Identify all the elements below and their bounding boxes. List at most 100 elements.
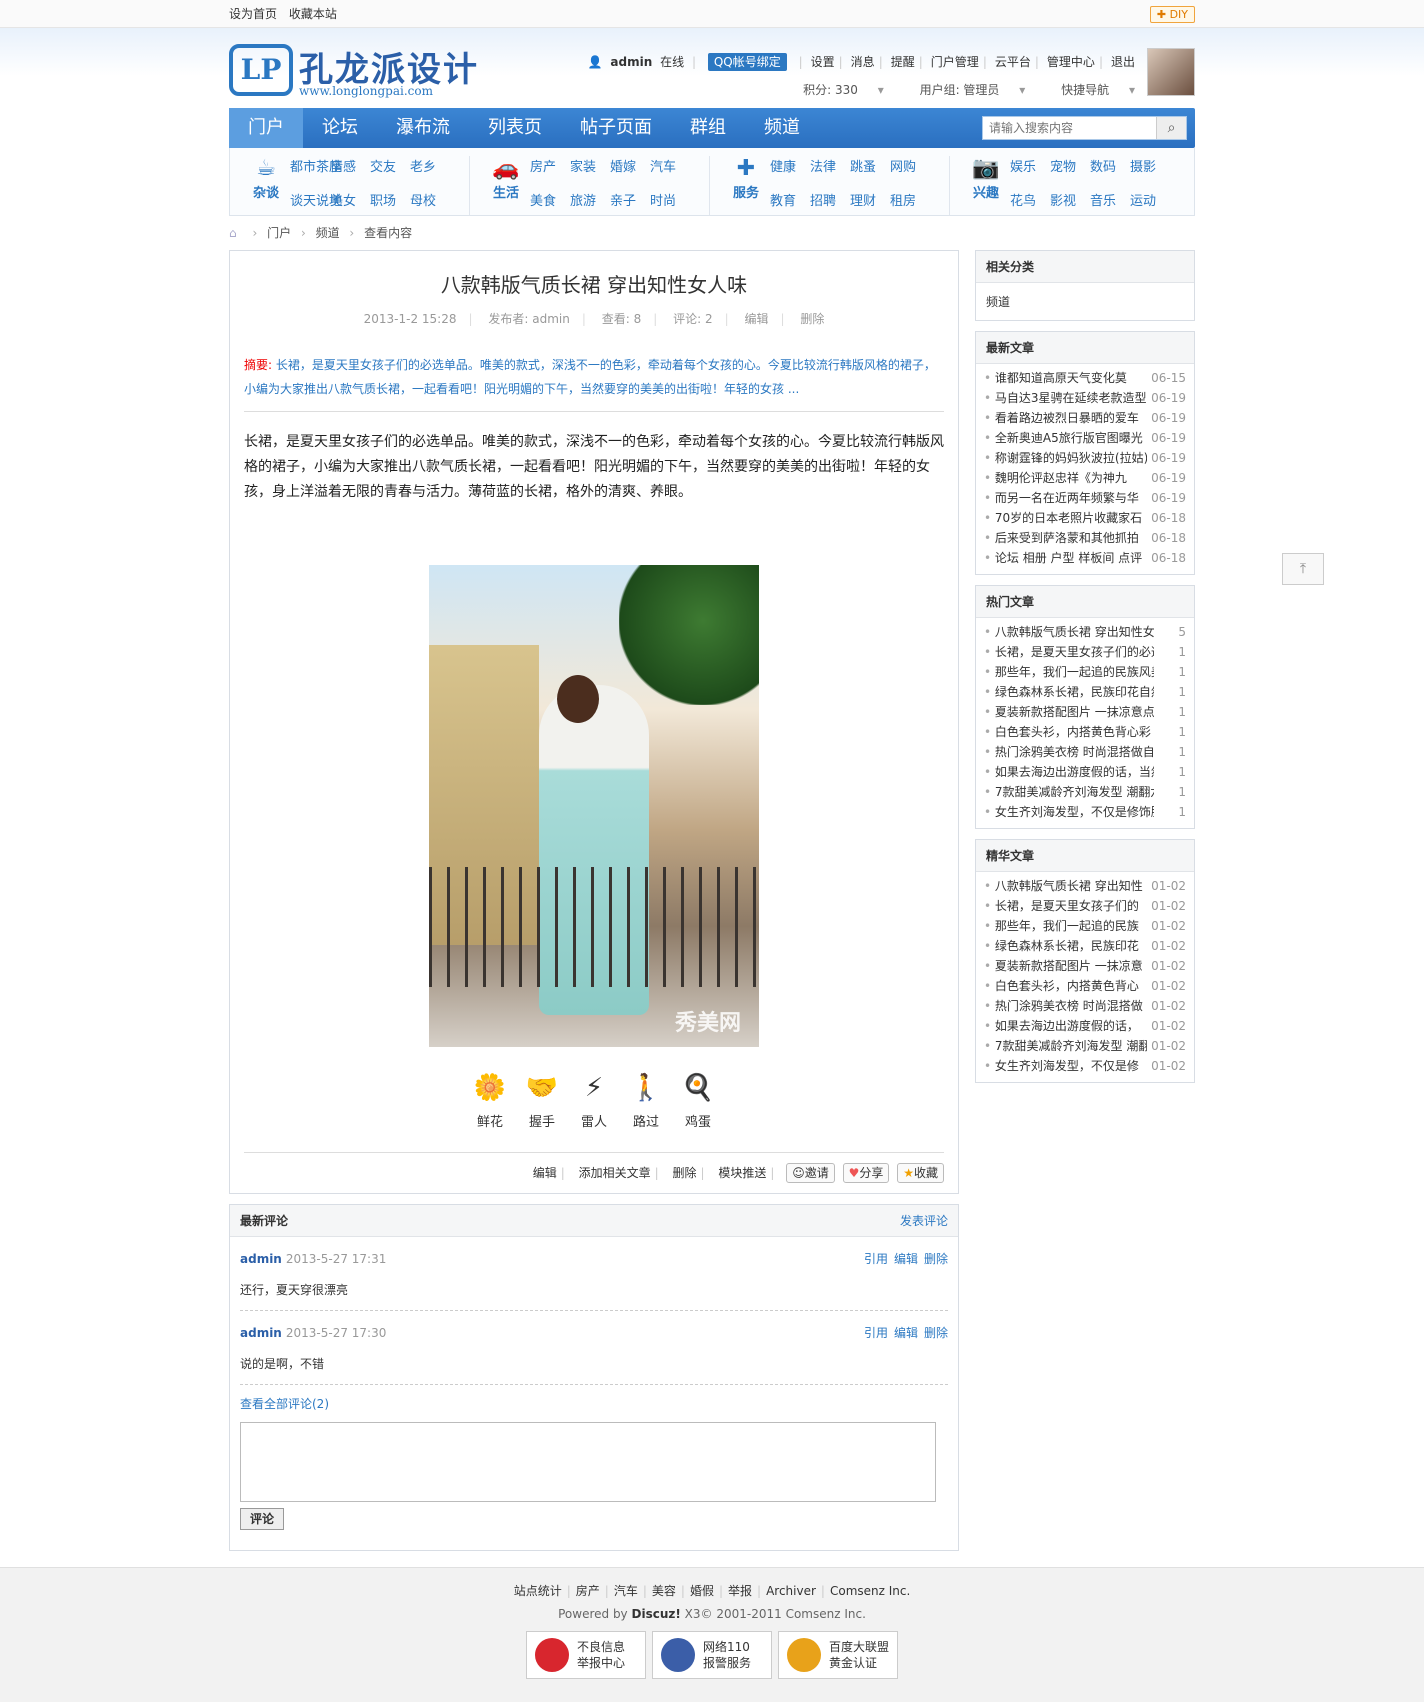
- hot-article-item[interactable]: 那些年，我们一起追的民族风美衣 1: [984, 662, 1186, 682]
- comment-user[interactable]: admin: [240, 1326, 282, 1340]
- category-link[interactable]: 健康: [770, 156, 810, 182]
- article-link[interactable]: 那些年，我们一起追的民族: [984, 916, 1139, 936]
- hot-article-item[interactable]: 白色套头衫，内搭黄色背心彩 1: [984, 722, 1186, 742]
- set-home-link[interactable]: 设为首页: [229, 7, 277, 21]
- article-link[interactable]: 女生齐刘海发型，不仅是修饰脸型: [984, 802, 1154, 822]
- delete-article-link[interactable]: 删除: [672, 1166, 696, 1180]
- user-link[interactable]: 提醒: [891, 55, 915, 69]
- best-article-item[interactable]: 八款韩版气质长裙 穿出知性 01-02: [984, 876, 1186, 896]
- category-link[interactable]: 老乡: [410, 156, 450, 182]
- breadcrumb-portal[interactable]: 门户: [267, 226, 291, 240]
- category-link[interactable]: 影视: [1050, 190, 1090, 216]
- category-link[interactable]: 宠物: [1050, 156, 1090, 182]
- article-link[interactable]: 马自达3星骋在延续老款造型: [984, 388, 1147, 408]
- category-link[interactable]: 教育: [770, 190, 810, 216]
- user-link[interactable]: 退出: [1111, 55, 1135, 69]
- category-link[interactable]: 运动: [1130, 190, 1170, 216]
- reaction-handshake[interactable]: 🤝 握手: [525, 1071, 559, 1130]
- footer-link[interactable]: 汽车: [614, 1584, 638, 1598]
- comment-op-1[interactable]: 编辑: [894, 1326, 918, 1340]
- best-article-item[interactable]: 7款甜美减龄齐刘海发型 潮翻 01-02: [984, 1036, 1186, 1056]
- category-link[interactable]: 法律: [810, 156, 850, 182]
- category-link[interactable]: 娱乐: [1010, 156, 1050, 182]
- category-link[interactable]: 招聘: [810, 190, 850, 216]
- article-link[interactable]: 那些年，我们一起追的民族风美衣: [984, 662, 1154, 682]
- invite-button[interactable]: ☺邀请: [786, 1163, 835, 1183]
- article-link[interactable]: 八款韩版气质长裙 穿出知性: [984, 876, 1143, 896]
- category-link[interactable]: 家装: [570, 156, 610, 182]
- username-link[interactable]: admin: [610, 55, 652, 69]
- comment-op-0[interactable]: 引用: [864, 1326, 888, 1340]
- category-link[interactable]: 旅游: [570, 190, 610, 216]
- edit-link[interactable]: 编辑: [744, 312, 768, 326]
- category-link[interactable]: 谈天说地: [290, 190, 342, 216]
- category-link[interactable]: 数码: [1090, 156, 1130, 182]
- hot-article-item[interactable]: 如果去海边出游度假的话，当然得 1: [984, 762, 1186, 782]
- user-link[interactable]: 云平台: [995, 55, 1031, 69]
- article-link[interactable]: 热门涂鸦美衣榜 时尚混搭做: [984, 996, 1143, 1016]
- comment-user[interactable]: admin: [240, 1252, 282, 1266]
- hot-article-item[interactable]: 绿色森林系长裙，民族印花自然秀 1: [984, 682, 1186, 702]
- article-link[interactable]: 如果去海边出游度假的话，当然得: [984, 762, 1154, 782]
- category-link[interactable]: 音乐: [1090, 190, 1130, 216]
- comment-op-1[interactable]: 编辑: [894, 1252, 918, 1266]
- footer-badge[interactable]: 不良信息 举报中心: [526, 1631, 646, 1679]
- user-link[interactable]: 设置: [811, 55, 835, 69]
- search-icon[interactable]: ⌕: [1156, 117, 1186, 139]
- category-link[interactable]: 跳蚤: [850, 156, 890, 182]
- category-heading[interactable]: 🚗 生活: [486, 156, 526, 215]
- footer-link[interactable]: 举报: [728, 1584, 752, 1598]
- latest-article-item[interactable]: 看着路边被烈日暴晒的爱车 06-19: [984, 408, 1186, 428]
- latest-article-item[interactable]: 魏明伦评赵忠祥《为神九 06-19: [984, 468, 1186, 488]
- category-link[interactable]: 母校: [410, 190, 450, 216]
- article-link[interactable]: 白色套头衫，内搭黄色背心彩: [984, 722, 1151, 742]
- footer-link[interactable]: Archiver: [766, 1584, 816, 1598]
- article-link[interactable]: 而另一名在近两年频繁与华: [984, 488, 1139, 508]
- powered-brand[interactable]: Discuz!: [632, 1607, 681, 1621]
- avatar[interactable]: [1147, 48, 1195, 96]
- latest-article-item[interactable]: 马自达3星骋在延续老款造型 06-19: [984, 388, 1186, 408]
- article-link[interactable]: 论坛 相册 户型 样板间 点评: [984, 548, 1142, 568]
- category-link[interactable]: 时尚: [650, 190, 690, 216]
- share-button[interactable]: ♥分享: [842, 1163, 890, 1183]
- latest-article-item[interactable]: 谁都知道高原天气变化莫 06-15: [984, 368, 1186, 388]
- best-article-item[interactable]: 女生齐刘海发型，不仅是修 01-02: [984, 1056, 1186, 1076]
- category-link[interactable]: 花鸟: [1010, 190, 1050, 216]
- edit-article-link[interactable]: 编辑: [533, 1166, 557, 1180]
- reaction-walker[interactable]: 🚶 路过: [629, 1071, 663, 1130]
- nav-item[interactable]: 门户: [229, 108, 303, 148]
- best-article-item[interactable]: 热门涂鸦美衣榜 时尚混搭做 01-02: [984, 996, 1186, 1016]
- article-link[interactable]: 绿色森林系长裙，民族印花: [984, 936, 1139, 956]
- comment-op-2[interactable]: 删除: [924, 1326, 948, 1340]
- category-link[interactable]: 摄影: [1130, 156, 1170, 182]
- article-link[interactable]: 夏装新款搭配图片 一抹凉意: [984, 956, 1143, 976]
- search-input[interactable]: [983, 117, 1153, 139]
- category-link[interactable]: 情感: [330, 156, 370, 182]
- best-article-item[interactable]: 白色套头衫，内搭黄色背心 01-02: [984, 976, 1186, 996]
- footer-link[interactable]: 美容: [652, 1584, 676, 1598]
- nav-item[interactable]: 频道: [745, 108, 819, 148]
- submit-comment-button[interactable]: 评论: [240, 1508, 285, 1530]
- user-link[interactable]: 管理中心: [1047, 55, 1095, 69]
- reaction-egg[interactable]: 🍳 鸡蛋: [681, 1071, 715, 1130]
- category-link[interactable]: 美女: [330, 190, 370, 216]
- comment-count[interactable]: 评论: 2: [673, 312, 713, 326]
- latest-article-item[interactable]: 70岁的日本老照片收藏家石 06-18: [984, 508, 1186, 528]
- comment-textarea[interactable]: [240, 1422, 936, 1502]
- home-icon[interactable]: ⌂: [229, 226, 237, 240]
- category-link[interactable]: 美食: [530, 190, 570, 216]
- latest-article-item[interactable]: 全新奥迪A5旅行版官图曝光 06-19: [984, 428, 1186, 448]
- diy-button[interactable]: ✚ DIY: [1149, 6, 1195, 23]
- related-category-item[interactable]: 频道: [976, 283, 1194, 320]
- hot-article-item[interactable]: 热门涂鸦美衣榜 时尚混搭做自己 1: [984, 742, 1186, 762]
- nav-item[interactable]: 帖子页面: [561, 108, 671, 148]
- best-article-item[interactable]: 如果去海边出游度假的话， 01-02: [984, 1016, 1186, 1036]
- article-link[interactable]: 70岁的日本老照片收藏家石: [984, 508, 1142, 528]
- qq-bind-button[interactable]: QQ帐号绑定: [707, 53, 787, 71]
- user-link[interactable]: 门户管理: [931, 55, 979, 69]
- best-article-item[interactable]: 绿色森林系长裙，民族印花 01-02: [984, 936, 1186, 956]
- article-link[interactable]: 称谢霆锋的妈妈狄波拉(拉姑): [984, 448, 1147, 468]
- category-heading[interactable]: ✚ 服务: [726, 156, 766, 215]
- reaction-flower[interactable]: 🌼 鲜花: [473, 1071, 507, 1130]
- article-link[interactable]: 谁都知道高原天气变化莫: [984, 368, 1127, 388]
